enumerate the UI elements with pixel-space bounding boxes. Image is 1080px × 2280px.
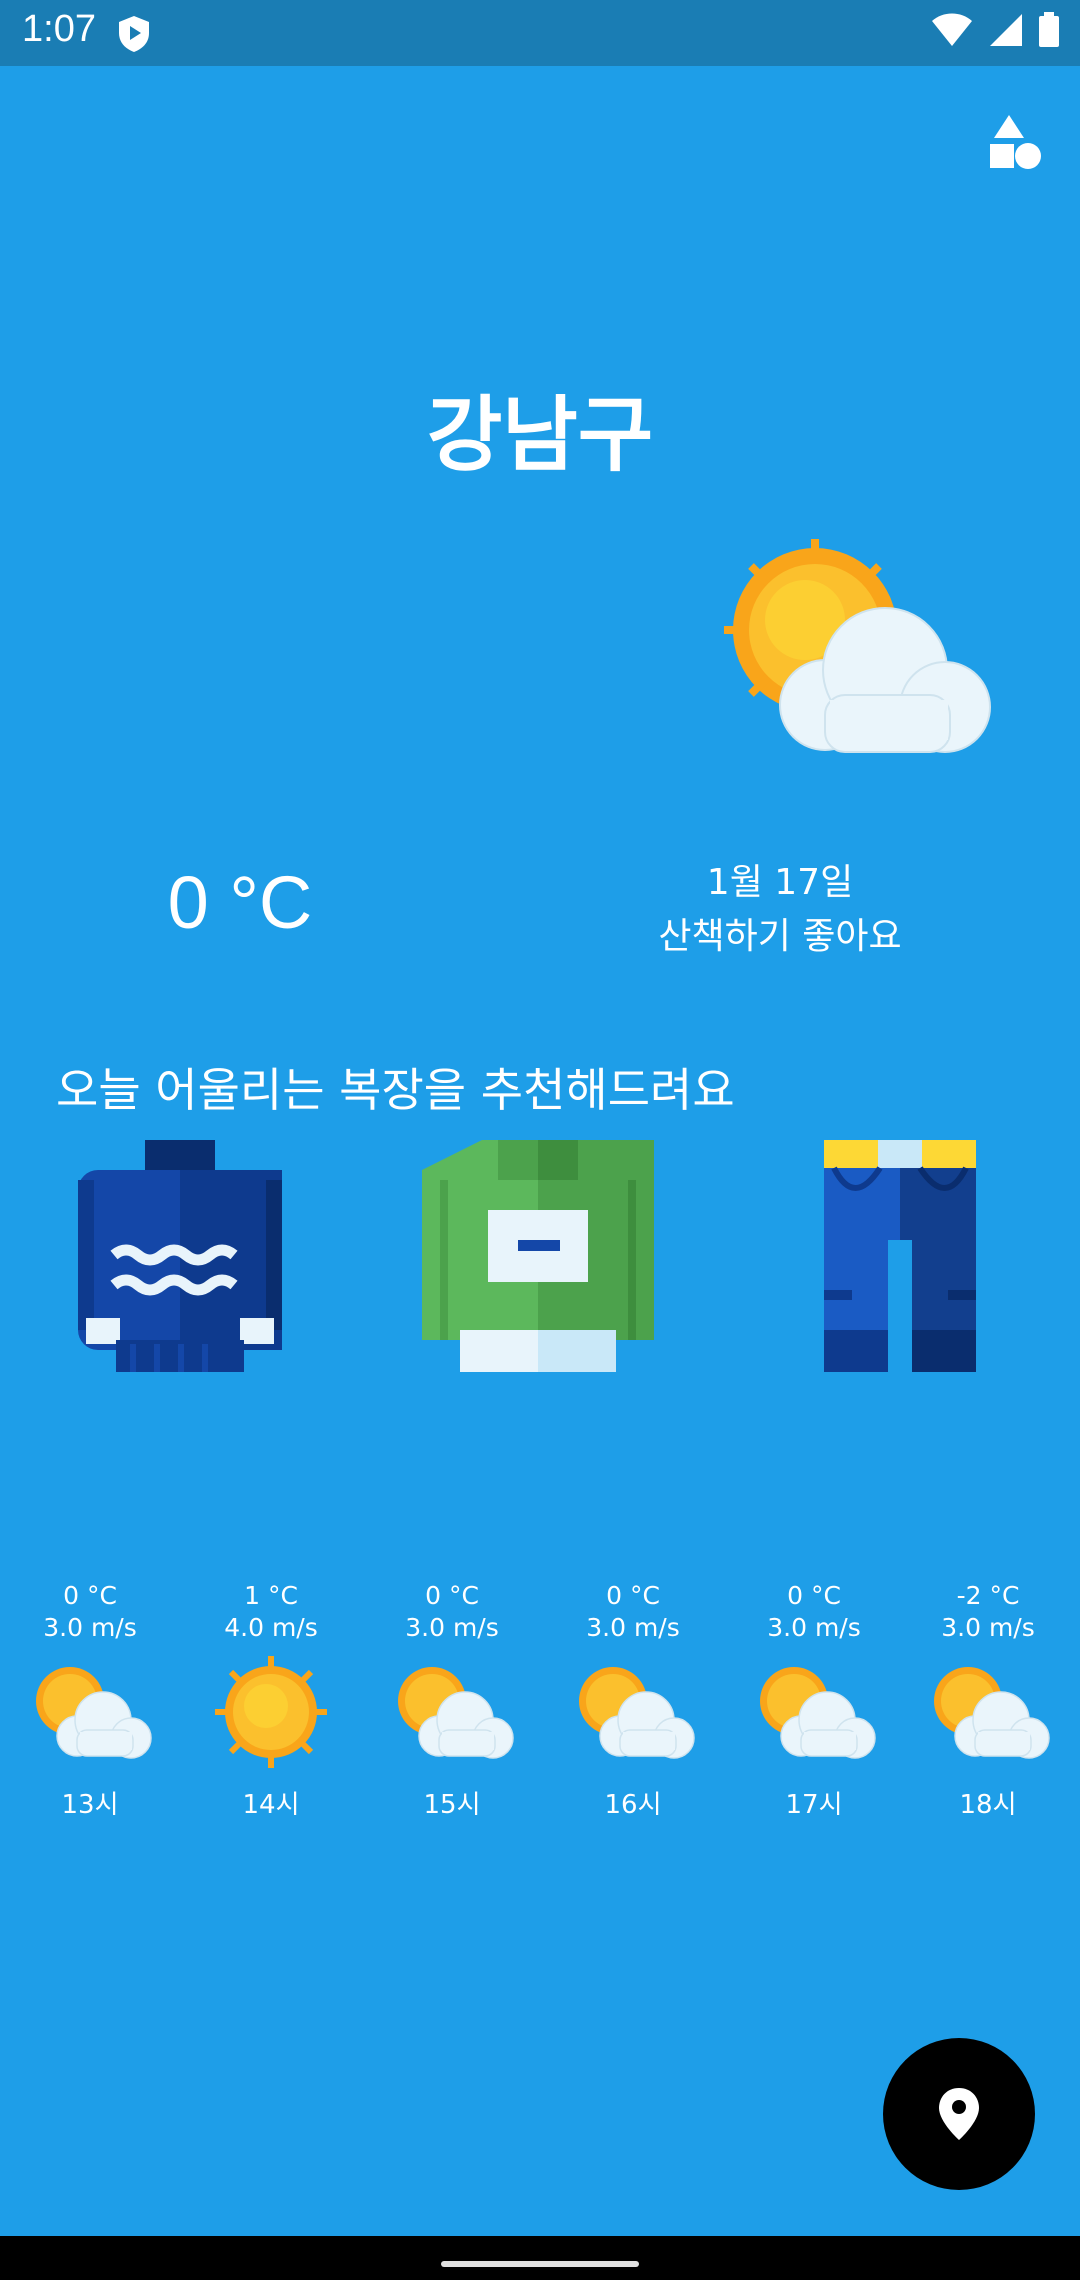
- shirt-icon: [422, 1140, 654, 1372]
- hourly-time: 15시: [423, 1790, 481, 1820]
- signal-icon: [990, 14, 1022, 46]
- hourly-temperature: -2 °C: [956, 1581, 1020, 1610]
- hourly-item: -2 °C 3.0 m/s 18시: [898, 1580, 1078, 1821]
- wifi-icon: [932, 13, 972, 46]
- weather-message: 산책하기 좋아요: [658, 916, 902, 957]
- navigation-bar: [0, 2236, 1080, 2280]
- hourly-item: 0 °C 3.0 m/s 15시: [362, 1580, 542, 1821]
- date-block: 1월 17일 산책하기 좋아요: [560, 856, 1000, 964]
- hourly-item: 1 °C 4.0 m/s 14시: [181, 1580, 361, 1821]
- shapes-icon[interactable]: [982, 112, 1044, 174]
- hourly-temperature: 1 °C: [244, 1581, 298, 1610]
- hourly-time: 16시: [604, 1790, 662, 1820]
- hourly-temperature: 0 °C: [606, 1581, 660, 1610]
- city-name: 강남구: [426, 388, 654, 483]
- hourly-time: 18시: [959, 1790, 1017, 1820]
- location-pin-icon: [939, 2088, 979, 2140]
- partly-cloudy-icon: [760, 1667, 876, 1759]
- status-time: 1:07: [22, 8, 96, 50]
- sweater-icon: [78, 1140, 282, 1372]
- hourly-wind: 3.0 m/s: [941, 1613, 1035, 1642]
- hourly-wind: 3.0 m/s: [405, 1613, 499, 1642]
- shield-play-icon: [119, 16, 149, 52]
- partly-cloudy-icon: [36, 1667, 152, 1759]
- hourly-temperature: 0 °C: [63, 1581, 117, 1610]
- hourly-temperature: 0 °C: [787, 1581, 841, 1610]
- hourly-wind: 3.0 m/s: [43, 1613, 137, 1642]
- hourly-forecast: 0 °C 3.0 m/s 13시 1 °C 4.0 m/s 14시 0 °C 3…: [0, 1580, 1080, 1830]
- hourly-item: 0 °C 3.0 m/s 16시: [543, 1580, 723, 1821]
- hourly-time: 14시: [242, 1790, 300, 1820]
- partly-cloudy-icon: [398, 1667, 514, 1759]
- jeans-icon: [824, 1140, 976, 1372]
- hourly-temperature: 0 °C: [425, 1581, 479, 1610]
- partly-cloudy-icon: [724, 539, 991, 753]
- hourly-time: 17시: [785, 1790, 843, 1820]
- hourly-item: 0 °C 3.0 m/s 17시: [724, 1580, 904, 1821]
- current-date: 1월 17일: [706, 862, 854, 903]
- status-bar: 1:07: [0, 0, 1080, 66]
- partly-cloudy-icon: [579, 1667, 695, 1759]
- home-handle[interactable]: [441, 2261, 639, 2267]
- hourly-wind: 3.0 m/s: [767, 1613, 861, 1642]
- hourly-item: 0 °C 3.0 m/s 13시: [0, 1580, 180, 1821]
- recommendation-title: 오늘 어울리는 복장을 추천해드려요: [56, 1063, 735, 1117]
- current-temperature: 0 °C: [167, 861, 313, 944]
- hourly-wind: 4.0 m/s: [224, 1613, 318, 1642]
- partly-cloudy-icon: [934, 1667, 1050, 1759]
- hourly-wind: 3.0 m/s: [586, 1613, 680, 1642]
- battery-icon: [1039, 12, 1059, 47]
- hourly-time: 13시: [61, 1790, 119, 1820]
- sunny-icon: [215, 1656, 327, 1768]
- status-icons: [930, 12, 1060, 48]
- location-button[interactable]: [883, 2038, 1035, 2190]
